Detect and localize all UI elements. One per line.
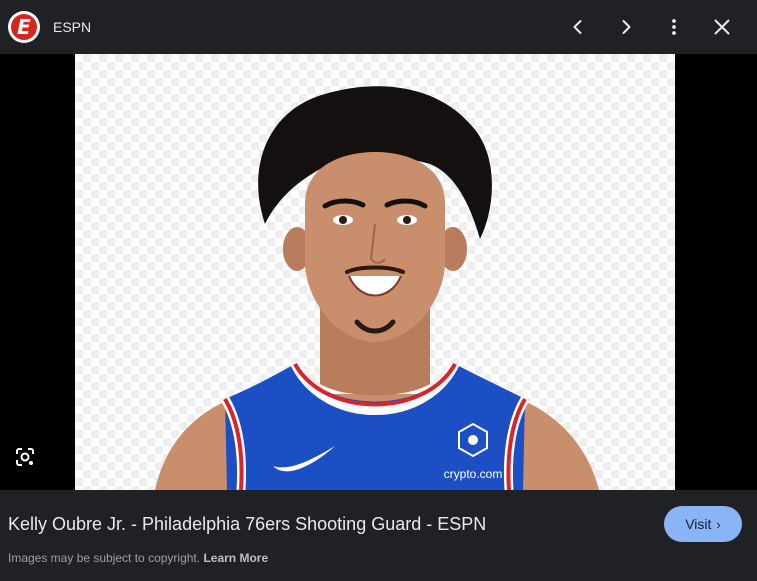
lens-icon (16, 448, 34, 466)
learn-more-link[interactable]: Learn More (203, 551, 268, 565)
next-button[interactable] (609, 10, 643, 44)
chevron-right-icon (622, 20, 631, 34)
player-headshot: crypto.com (155, 86, 599, 490)
chevron-left-icon (573, 20, 582, 34)
jersey-brand-text: crypto.com (444, 467, 503, 481)
viewer-header: E ESPN (0, 0, 757, 54)
visit-button[interactable]: Visit › (664, 506, 742, 542)
site-name[interactable]: ESPN (53, 19, 91, 35)
image-caption[interactable]: Kelly Oubre Jr. - Philadelphia 76ers Sho… (8, 514, 486, 535)
viewer-footer: Kelly Oubre Jr. - Philadelphia 76ers Sho… (0, 490, 757, 581)
previous-button[interactable] (561, 10, 595, 44)
logo-letter: E (11, 14, 37, 40)
copyright-text: Images may be subject to copyright. (8, 551, 201, 565)
visit-label: Visit (685, 516, 712, 532)
espn-logo-icon[interactable]: E (8, 11, 40, 43)
close-icon (714, 19, 730, 35)
lens-search-button[interactable] (12, 444, 38, 470)
image-viewer: crypto.com (0, 54, 757, 490)
more-options-button[interactable] (657, 10, 691, 44)
close-button[interactable] (705, 10, 739, 44)
more-vert-icon (672, 19, 676, 35)
copyright-notice: Images may be subject to copyright. Lear… (8, 551, 268, 565)
chevron-right-icon: › (716, 516, 721, 532)
preview-image[interactable]: crypto.com (75, 54, 675, 490)
